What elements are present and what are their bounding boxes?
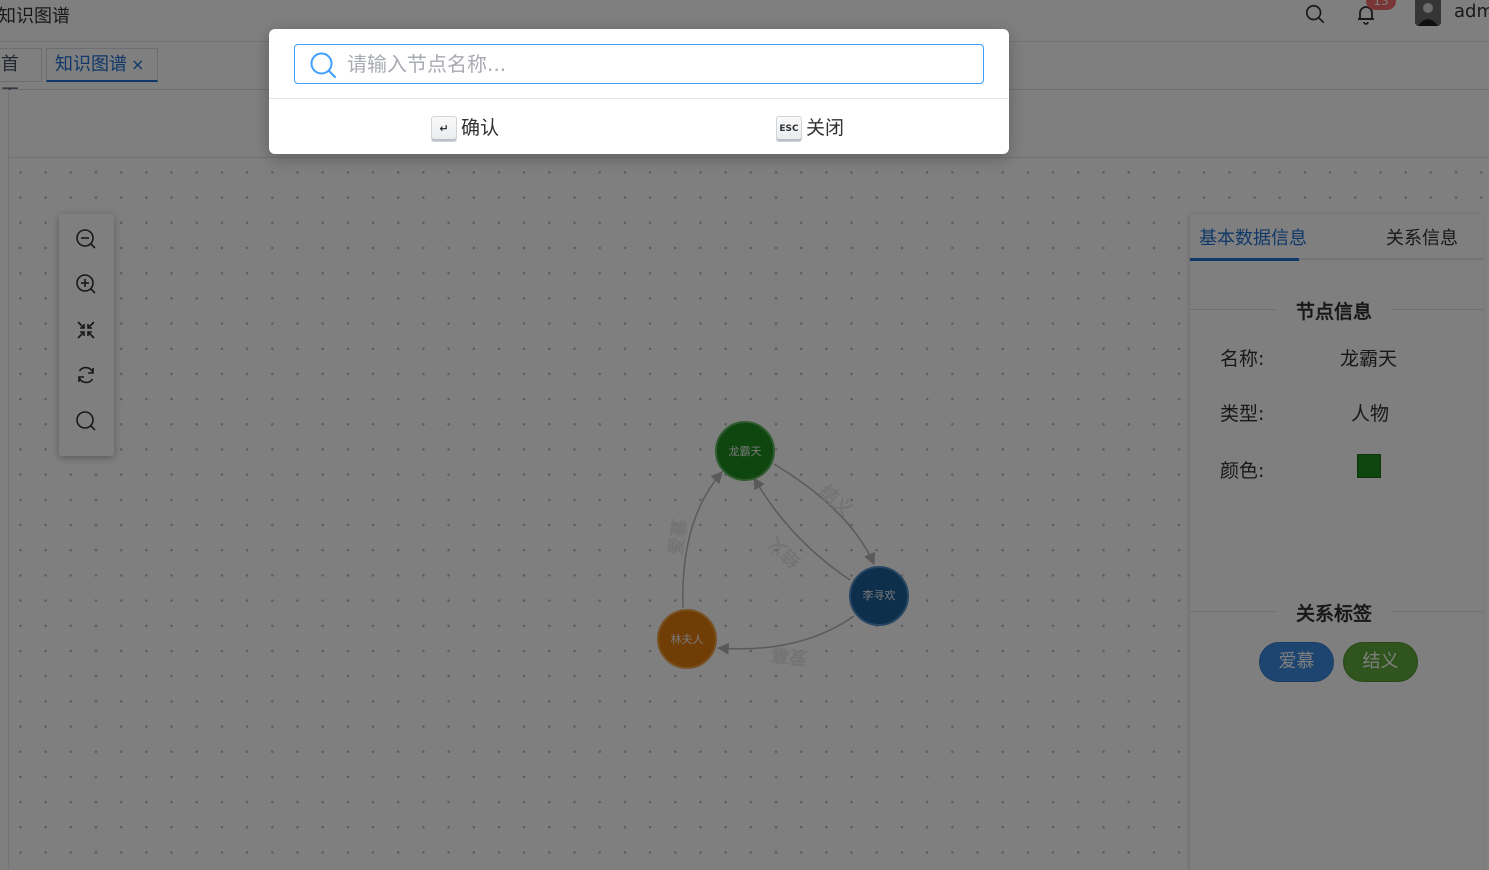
esc-key-icon: ESC	[776, 115, 802, 142]
search-field[interactable]	[294, 44, 984, 84]
search-dialog: ↵确认 ESC关闭	[269, 29, 1009, 154]
close-hint[interactable]: ESC 关闭	[776, 113, 844, 142]
confirm-label: 确认	[461, 117, 500, 139]
enter-key-icon: ↵	[431, 115, 457, 142]
confirm-hint[interactable]: ↵ 确认	[431, 113, 499, 142]
search-input[interactable]	[347, 49, 967, 79]
close-label: 关闭	[806, 117, 845, 139]
search-icon	[310, 52, 336, 78]
divider	[269, 98, 1009, 99]
